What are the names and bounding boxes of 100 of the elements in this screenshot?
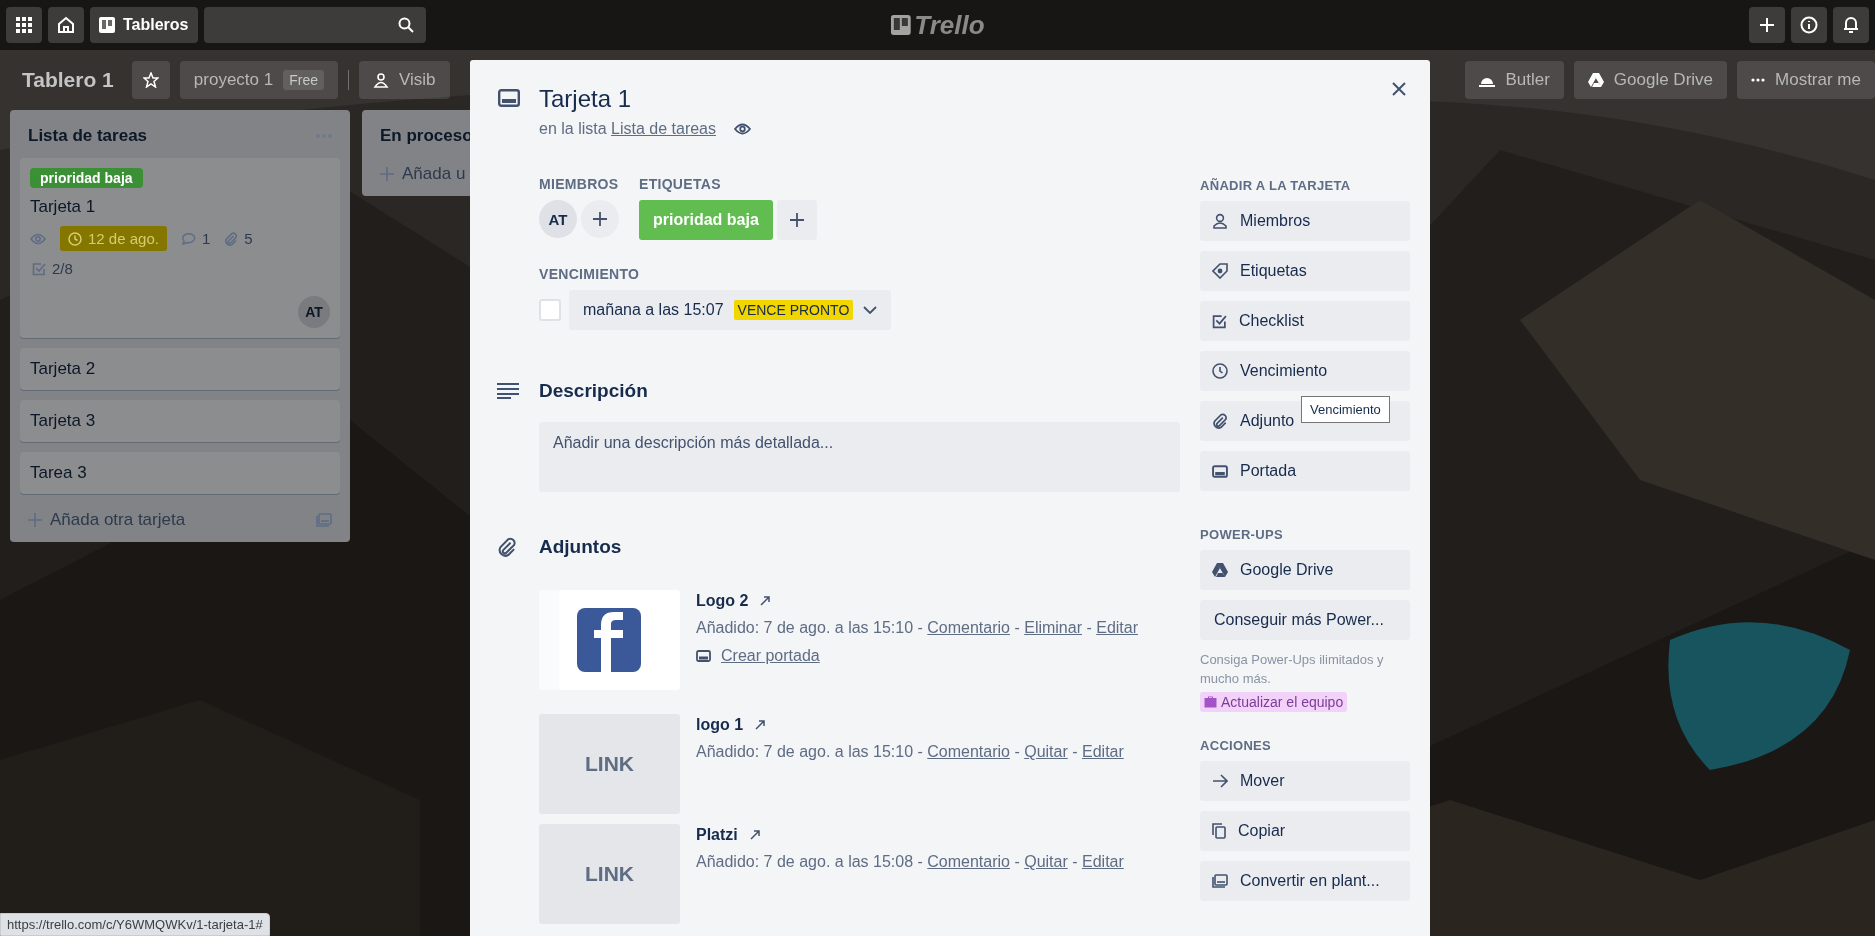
status-url: https://trello.com/c/Y6WMQWKv/1-tarjeta-1# <box>0 913 270 936</box>
info-button[interactable] <box>1791 7 1827 43</box>
sidebar-button[interactable]: Conseguir más Power... <box>1200 600 1410 640</box>
board-icon <box>890 15 911 35</box>
due-date-button[interactable]: mañana a las 15:07 VENCE PRONTO <box>569 290 892 330</box>
card-title-field[interactable]: Tarjeta 1 <box>539 82 751 116</box>
description-field[interactable]: Añadir una descripción más detallada... <box>539 422 1180 492</box>
text-lines-icon <box>497 383 519 399</box>
arrow-right-icon <box>1212 774 1228 788</box>
create-button[interactable] <box>1749 7 1785 43</box>
tag-icon <box>1212 263 1228 279</box>
make-cover-link[interactable]: Crear portada <box>721 647 820 665</box>
notifications-button[interactable] <box>1833 7 1869 43</box>
board-menu-button[interactable]: Google Drive <box>1573 61 1728 99</box>
card[interactable]: Tarjeta 2 <box>20 348 340 390</box>
external-link-icon[interactable] <box>760 596 771 606</box>
attachment-action-link[interactable]: Comentario <box>927 743 1010 760</box>
external-link-icon[interactable] <box>755 720 766 730</box>
sidebar-button[interactable]: Miembros <box>1200 201 1410 241</box>
paperclip-icon <box>224 231 239 246</box>
sidebar-button[interactable]: Copiar <box>1200 811 1410 851</box>
boards-button[interactable]: Tableros <box>90 7 198 43</box>
visibility-button[interactable]: Visib <box>359 61 450 99</box>
attachment-action-link[interactable]: Quitar <box>1024 743 1068 760</box>
search-icon <box>397 17 414 33</box>
team-button[interactable]: proyecto 1 Free <box>179 61 338 99</box>
board-icon <box>99 17 115 33</box>
due-text: 12 de ago. <box>88 230 159 247</box>
link-thumbnail[interactable]: LINK <box>539 824 680 924</box>
plus-icon <box>380 167 394 181</box>
due-heading: VENCIMIENTO <box>539 266 641 282</box>
due-complete-checkbox[interactable] <box>539 299 561 321</box>
paperclip-icon <box>497 537 517 557</box>
template-icon <box>1212 874 1228 888</box>
card[interactable]: Tarea 3 <box>20 452 340 494</box>
attachment-action-link[interactable]: Editar <box>1096 619 1138 636</box>
home-button[interactable] <box>48 7 84 43</box>
card-icon <box>696 650 711 662</box>
member-avatar[interactable]: AT <box>298 296 330 328</box>
star-button[interactable] <box>131 61 170 99</box>
briefcase-icon <box>1204 696 1217 708</box>
add-label-button[interactable] <box>776 200 817 240</box>
attachment-action-link[interactable]: Editar <box>1082 853 1124 870</box>
sidebar-button[interactable]: Google Drive <box>1200 550 1410 590</box>
attachment-details: Añadido: 7 de ago. a las 15:10 - Comentario - Quitar - Editar <box>696 742 1124 762</box>
attachment-details: Añadido: 7 de ago. a las 15:08 - Comentario - Quitar - Editar <box>696 852 1124 872</box>
board-menu-button[interactable]: Mostrar me <box>1737 61 1875 99</box>
list-link[interactable]: Lista de tareas <box>611 120 716 137</box>
powerups-note: Consiga Power-Ups ilimitados y mucho más. <box>1200 651 1385 688</box>
comment-count: 1 <box>201 230 211 247</box>
plus-icon <box>592 211 608 227</box>
attachment-action-link[interactable]: Comentario <box>927 853 1010 870</box>
clock-icon <box>68 231 82 246</box>
sidebar-button[interactable]: Etiquetas <box>1200 251 1410 291</box>
attachment-action-link[interactable]: Quitar <box>1024 853 1068 870</box>
description-heading: Descripción <box>539 380 648 402</box>
attachment-action-link[interactable]: Editar <box>1082 743 1124 760</box>
paperclip-icon <box>1212 413 1228 429</box>
list-title[interactable]: En proceso <box>380 126 473 146</box>
list-reference: en la lista Lista de tareas <box>539 120 716 138</box>
clock-icon <box>1212 363 1228 379</box>
more-icon <box>1751 78 1766 82</box>
attachment-count: 5 <box>244 230 253 247</box>
member-avatar[interactable]: AT <box>539 200 577 238</box>
card-title: Tarea 3 <box>30 463 88 483</box>
card-title: Tarjeta 3 <box>30 411 97 431</box>
external-link-icon[interactable] <box>749 830 760 840</box>
home-icon <box>57 16 75 34</box>
attachment-name[interactable]: Logo 2 <box>696 592 749 610</box>
trello-logo[interactable]: Trello <box>890 9 985 41</box>
apps-button[interactable] <box>6 7 42 43</box>
card[interactable]: prioridad baja Tarjeta 1 12 de ago. 1 5 2/8 AT <box>20 158 340 338</box>
attachment-action-link[interactable]: Eliminar <box>1024 619 1082 636</box>
due-date-text: mañana a las 15:07 <box>583 301 724 319</box>
attachment-action-link[interactable]: Comentario <box>927 619 1010 636</box>
card-label: prioridad baja <box>30 168 143 188</box>
board-menu-button[interactable]: Butler <box>1465 61 1564 99</box>
sidebar-button[interactable]: Checklist <box>1200 301 1410 341</box>
sidebar-button[interactable]: Convertir en plant... <box>1200 861 1410 901</box>
add-member-button[interactable] <box>581 200 619 238</box>
sidebar-button[interactable]: Vencimiento <box>1200 351 1410 391</box>
sidebar-button[interactable]: Portada <box>1200 451 1410 491</box>
attachment-details: Añadido: 7 de ago. a las 15:10 - Comentario - Eliminar - Editar <box>696 618 1138 638</box>
sidebar-button[interactable]: Mover <box>1200 761 1410 801</box>
add-card-link[interactable]: Añada otra tarjeta <box>28 510 186 530</box>
attachment-name[interactable]: Platzi <box>696 826 738 844</box>
upgrade-link[interactable]: Actualizar el equipo <box>1200 692 1348 712</box>
link-thumbnail[interactable]: LINK <box>539 714 680 814</box>
card[interactable]: Tarjeta 3 <box>20 400 340 442</box>
list-title[interactable]: Lista de tareas <box>28 126 148 146</box>
attachment-name[interactable]: logo 1 <box>696 716 744 734</box>
card-icon <box>498 89 520 107</box>
add-card-link[interactable]: Añada u <box>380 164 466 184</box>
card-title: Tarjeta 1 <box>30 197 97 217</box>
tooltip: Vencimiento <box>1301 396 1390 423</box>
search-field[interactable] <box>203 7 426 43</box>
board-title[interactable]: Tablero 1 <box>22 68 114 92</box>
checklist-count: 2/8 <box>52 260 73 277</box>
team-name: proyecto 1 <box>193 70 274 90</box>
drive-icon <box>1587 73 1604 87</box>
